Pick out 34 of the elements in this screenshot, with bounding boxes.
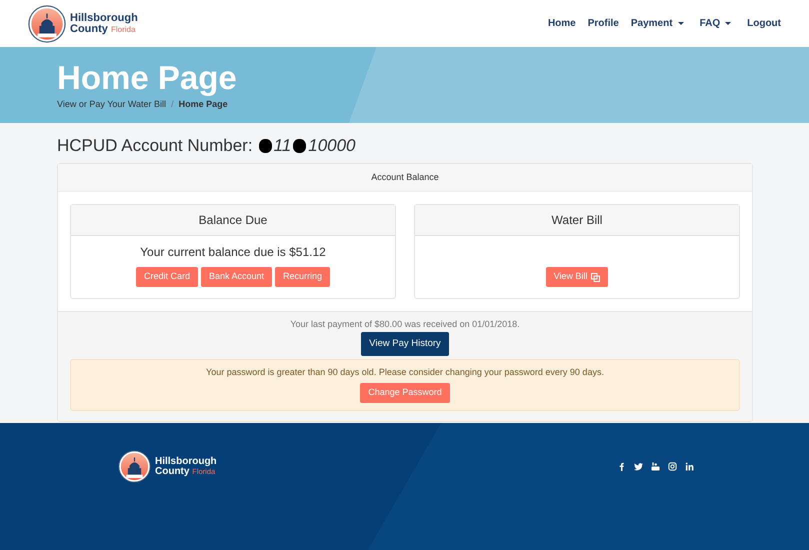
balance-message: Your current balance due is $51.12: [140, 244, 326, 262]
in-icon[interactable]: [685, 462, 694, 471]
f-icon[interactable]: [617, 462, 626, 471]
last-payment-text: Your last payment of $80.00 was received on 01/01/2018.: [289, 318, 521, 331]
breadcrumb-separator: /: [171, 98, 174, 111]
nav-link[interactable]: Home: [548, 16, 576, 31]
redaction-mark: [293, 138, 306, 153]
nav-link[interactable]: Profile: [588, 16, 619, 31]
breadcrumb-link[interactable]: View or Pay Your Water Bill: [57, 98, 166, 112]
page-title: Home Page: [57, 61, 238, 94]
redaction-mark: [258, 138, 272, 153]
breadcrumb-current: Home Page: [178, 98, 228, 111]
copy-icon: [591, 272, 600, 282]
county-seal-icon: [28, 4, 66, 42]
panel-title: Balance Due: [71, 205, 395, 236]
account-number: 10000: [308, 135, 356, 157]
card-header: Account Balance: [58, 164, 752, 192]
panel-title: Water Bill: [415, 205, 739, 236]
nav-dropdown[interactable]: Payment: [630, 16, 684, 31]
pay-history-button[interactable]: View Pay History: [361, 332, 449, 356]
video-icon[interactable]: [651, 462, 660, 471]
camera-icon[interactable]: [668, 462, 677, 471]
account-label: HCPUD Account Number:: [57, 135, 253, 157]
brand-name: Hillsborough: [155, 456, 217, 466]
account-number: 11: [274, 135, 292, 157]
brand-name: County: [70, 22, 108, 34]
brand-state: Florida: [110, 24, 136, 34]
nav-link[interactable]: Logout: [747, 16, 781, 31]
brand-name: County: [155, 466, 190, 476]
bird-icon[interactable]: [634, 462, 643, 471]
alert-message: Your password is greater than 90 days old. Please consider changing your password every 90 days.: [205, 366, 605, 379]
brand-name: Hillsborough: [70, 12, 138, 24]
county-seal-icon: [118, 450, 151, 483]
nav-dropdown[interactable]: FAQ: [700, 16, 732, 31]
